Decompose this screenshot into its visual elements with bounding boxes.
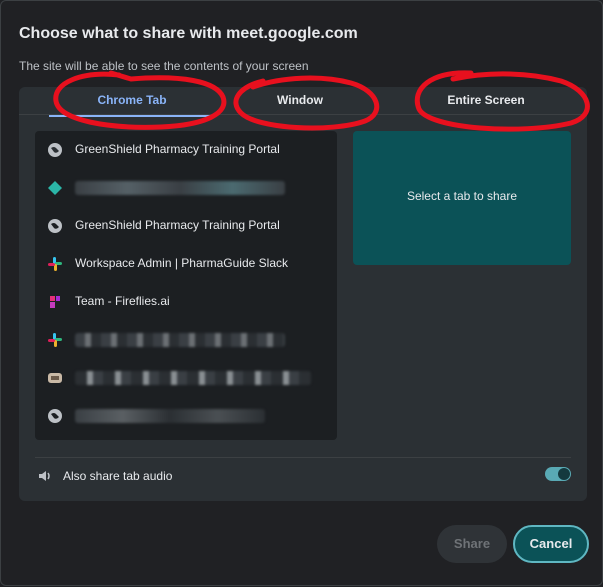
list-item[interactable] (35, 321, 325, 359)
audio-toggle[interactable] (545, 467, 571, 481)
list-item-label: GreenShield Pharmacy Training Portal (75, 142, 280, 156)
toggle-knob (558, 468, 570, 480)
tab-window[interactable]: Window (215, 87, 385, 115)
tab-chrome-tab[interactable]: Chrome Tab (49, 87, 215, 117)
redacted-label (75, 333, 285, 347)
audio-label: Also share tab audio (63, 469, 173, 483)
dialog-subtitle: The site will be able to see the content… (19, 59, 309, 73)
list-item[interactable] (35, 169, 325, 207)
share-preview: Select a tab to share (353, 131, 571, 265)
dialog-title: Choose what to share with meet.google.co… (19, 25, 358, 42)
globe-icon (48, 143, 62, 157)
speaker-icon (39, 471, 50, 481)
tab-list: GreenShield Pharmacy Training Portal Gre… (35, 131, 337, 440)
app-icon (48, 373, 62, 383)
tab-entire-screen[interactable]: Entire Screen (385, 87, 587, 115)
list-item[interactable]: Team - Fireflies.ai (35, 283, 325, 321)
list-item[interactable]: GreenShield Pharmacy Training Portal (35, 131, 325, 169)
fireflies-icon (50, 296, 60, 308)
list-item[interactable]: Workspace Admin | PharmaGuide Slack (35, 245, 325, 283)
list-item[interactable] (35, 397, 325, 435)
list-item[interactable] (35, 359, 325, 397)
tab-divider (19, 114, 587, 115)
share-button[interactable]: Share (437, 525, 507, 563)
audio-divider (35, 457, 571, 458)
slack-icon (48, 333, 62, 347)
globe-icon (48, 409, 62, 423)
tab-bar: Chrome Tab Window Entire Screen (19, 87, 587, 127)
list-item-label: Workspace Admin | PharmaGuide Slack (75, 256, 288, 270)
share-dialog: Choose what to share with meet.google.co… (0, 0, 603, 586)
list-item[interactable]: GreenShield Pharmacy Training Portal (35, 207, 325, 245)
preview-text: Select a tab to share (406, 189, 518, 203)
redacted-label (75, 181, 285, 195)
globe-icon (48, 219, 62, 233)
diamond-icon (48, 181, 62, 195)
slack-icon (48, 257, 62, 271)
redacted-label (75, 409, 265, 423)
cancel-button[interactable]: Cancel (513, 525, 589, 563)
list-item-label: Team - Fireflies.ai (75, 294, 170, 308)
share-panel: Chrome Tab Window Entire Screen GreenShi… (19, 87, 587, 501)
redacted-label (75, 371, 311, 385)
list-item-label: GreenShield Pharmacy Training Portal (75, 218, 280, 232)
